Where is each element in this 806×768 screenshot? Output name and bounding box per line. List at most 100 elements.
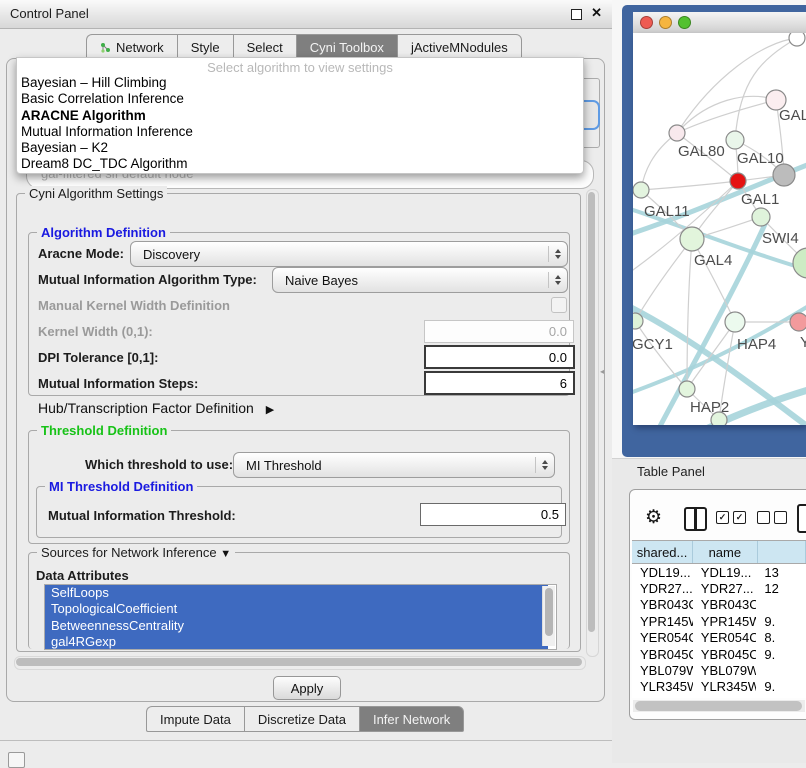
table-row[interactable]: YLR345WYLR345W9. [632, 679, 806, 695]
deselect-all-checkboxes-icon[interactable] [757, 511, 787, 524]
node-label: GAL10 [737, 150, 784, 167]
table-cell: YER054C [632, 630, 693, 645]
gear-icon[interactable]: ⚙ [645, 506, 662, 529]
chevron-down-icon: ▼ [220, 548, 231, 560]
select-all-checkboxes-icon[interactable]: ✓ ✓ [716, 511, 746, 524]
node-label: GAL [779, 107, 806, 124]
hub-definition-section[interactable]: Hub/Transcription Factor Definition ▶ [38, 400, 274, 416]
tab-infer-network[interactable]: Infer Network [359, 706, 464, 732]
network-node[interactable] [793, 248, 806, 278]
mi-threshold-field[interactable]: 0.5 [420, 503, 566, 526]
network-node[interactable] [726, 131, 744, 149]
export-table-icon[interactable] [797, 504, 806, 533]
network-node[interactable] [679, 381, 695, 397]
control-panel-title: Control Panel [10, 0, 89, 28]
sources-title[interactable]: Sources for Network Inference ▼ [37, 545, 235, 560]
network-node[interactable] [790, 313, 806, 331]
table-cell: YDL19... [693, 565, 757, 580]
attribute-item-selected[interactable]: TopologicalCoefficient [45, 601, 548, 617]
network-edge [641, 181, 738, 190]
checked-box-icon: ✓ [733, 511, 746, 524]
network-node[interactable] [633, 313, 643, 329]
column-header[interactable] [758, 541, 806, 563]
hub-definition-label: Hub/Transcription Factor Definition [38, 400, 254, 416]
zoom-traffic-light-icon[interactable] [678, 16, 691, 29]
network-node[interactable] [633, 182, 649, 198]
mi-steps-field[interactable]: 6 [424, 371, 575, 395]
table-row[interactable]: YDL19...YDL19...13 [632, 564, 806, 580]
tab-label: Select [247, 40, 283, 55]
attributes-scrollbar-thumb[interactable] [545, 588, 553, 636]
table-row[interactable]: YIL052CYIL052C9 [632, 695, 806, 698]
table-row[interactable]: YBR045CYBR045C9. [632, 646, 806, 662]
table-horizontal-scrollbar-thumb[interactable] [635, 701, 802, 711]
network-window-titlebar[interactable] [633, 12, 806, 34]
mi-type-label: Mutual Information Algorithm Type: [38, 272, 257, 287]
table-cell: YPR145W [693, 614, 757, 629]
node-label: SWI4 [762, 230, 799, 247]
table-row[interactable]: YER054CYER054C8. [632, 630, 806, 646]
node-label: HAP2 [690, 399, 729, 416]
table-row[interactable]: YBR043CYBR043C [632, 597, 806, 613]
apply-button[interactable]: Apply [273, 676, 341, 700]
table-cell: 8. [756, 630, 806, 645]
column-header[interactable]: shared... [632, 541, 693, 563]
minimize-traffic-light-icon[interactable] [659, 16, 672, 29]
mi-type-combobox[interactable]: Naive Bayes [272, 267, 568, 293]
float-panel-icon[interactable] [571, 9, 582, 20]
attribute-item-selected[interactable]: BetweennessCentrality [45, 618, 548, 634]
combo-arrows-icon [548, 272, 567, 288]
data-attributes-list[interactable]: SelfLoopsTopologicalCoefficientBetweenne… [44, 584, 557, 650]
tab-impute-data[interactable]: Impute Data [146, 706, 244, 732]
close-icon[interactable]: ✕ [591, 5, 602, 21]
attributes-scrollbar [542, 586, 555, 646]
manual-kernel-checkbox[interactable] [551, 297, 567, 313]
attribute-item-selected[interactable]: gal4RGexp [45, 634, 548, 650]
network-node[interactable] [680, 227, 704, 251]
settings-horizontal-scrollbar-thumb[interactable] [16, 658, 582, 666]
close-traffic-light-icon[interactable] [640, 16, 653, 29]
algorithm-option[interactable]: ARACNE Algorithm [17, 108, 583, 124]
node-label: HAP4 [737, 336, 776, 353]
node-label: GAL80 [678, 143, 725, 160]
algorithm-option[interactable]: Dream8 DC_TDC Algorithm [17, 156, 583, 172]
table-cell: YPR145W [632, 614, 693, 629]
network-node[interactable] [725, 312, 745, 332]
aracne-mode-label: Aracne Mode: [38, 246, 124, 261]
panel-splitter-handle[interactable]: ◂ [600, 367, 604, 376]
algorithm-option[interactable]: Basic Correlation Inference [17, 91, 583, 107]
control-panel-titlebar[interactable]: Control Panel ✕ [0, 0, 612, 29]
aracne-mode-combobox[interactable]: Discovery [130, 241, 568, 267]
tab-label: Network [116, 40, 164, 55]
algorithm-option[interactable]: Bayesian – Hill Climbing [17, 75, 583, 91]
attribute-item-selected[interactable]: SelfLoops [45, 585, 548, 601]
which-threshold-combobox[interactable]: MI Threshold [233, 452, 555, 478]
settings-vertical-scrollbar [586, 189, 599, 657]
network-node[interactable] [730, 173, 746, 189]
settings-horizontal-scrollbar [14, 656, 586, 670]
table-row[interactable]: YDR27...YDR27...12 [632, 580, 806, 596]
kernel-width-field[interactable]: 0.0 [424, 320, 574, 343]
table-row[interactable]: YPR145WYPR145W9. [632, 613, 806, 629]
network-node[interactable] [669, 125, 685, 141]
network-canvas[interactable]: GALGAL80GAL10GAL1GAL11SWI4GAL4GCY1HAP4YH… [633, 33, 806, 425]
table-cell: YLR345W [632, 679, 693, 694]
algorithm-option[interactable]: Mutual Information Inference [17, 124, 583, 140]
mi-threshold-label: Mutual Information Threshold: [48, 508, 236, 523]
network-node[interactable] [752, 208, 770, 226]
table-cell: YBR045C [693, 647, 757, 662]
floating-panel-icon[interactable] [8, 752, 25, 768]
network-node[interactable] [789, 33, 805, 46]
column-header[interactable]: name [693, 541, 757, 563]
columns-icon[interactable] [684, 507, 707, 531]
tab-discretize-data[interactable]: Discretize Data [244, 706, 359, 732]
table-panel-title: Table Panel [637, 464, 705, 479]
table-row[interactable]: YBL079WYBL079W [632, 662, 806, 678]
algorithm-option[interactable]: Bayesian – K2 [17, 140, 583, 156]
network-node[interactable] [773, 164, 795, 186]
dpi-tolerance-field[interactable]: 0.0 [424, 345, 575, 369]
settings-vertical-scrollbar-thumb[interactable] [588, 192, 595, 632]
which-threshold-label: Which threshold to use: [85, 457, 233, 472]
network-edge [641, 133, 677, 190]
tab-label: Discretize Data [258, 712, 346, 727]
